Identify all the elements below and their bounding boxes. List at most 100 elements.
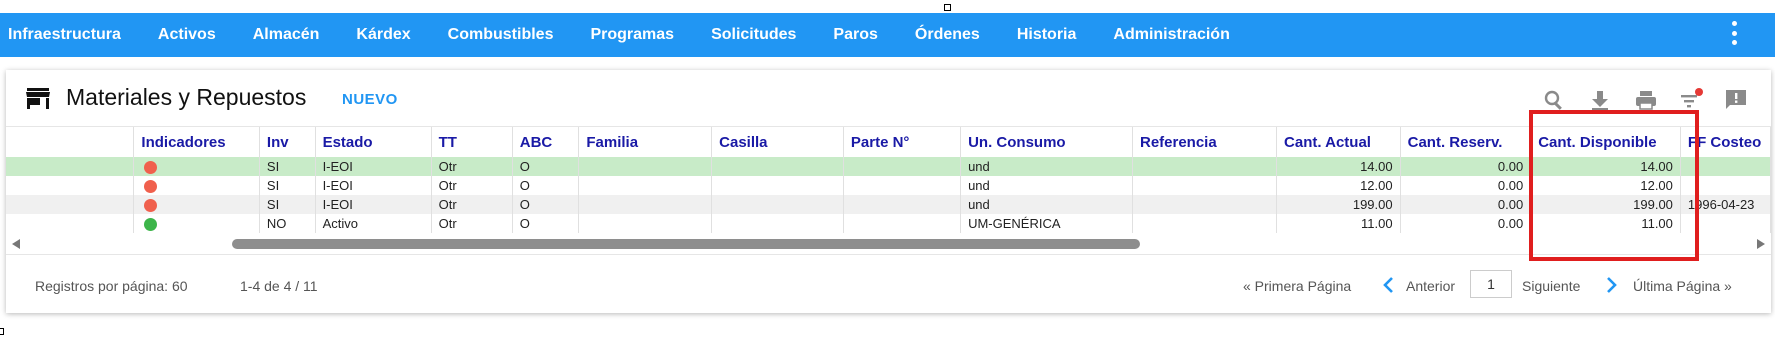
row-blank-cell bbox=[6, 214, 135, 233]
ff-costeo-cell bbox=[1680, 214, 1771, 233]
status-dot-icon bbox=[144, 161, 158, 175]
next-page-link[interactable]: Siguiente bbox=[1522, 278, 1580, 294]
tt-cell: Otr bbox=[431, 157, 513, 176]
table-row[interactable]: SI I-EOI Otr O und 199.00 0.00 199.00 19… bbox=[6, 195, 1771, 214]
indicator-cell bbox=[133, 176, 260, 195]
un-consumo-cell: UM-GENÉRICA bbox=[960, 214, 1133, 233]
parte-cell bbox=[843, 214, 962, 233]
more-vert-icon[interactable] bbox=[1729, 21, 1739, 45]
casilla-cell bbox=[711, 214, 844, 233]
cant-reserv-cell: 0.00 bbox=[1400, 214, 1532, 233]
col-header-blank[interactable] bbox=[6, 127, 135, 157]
first-page-link[interactable]: « Primera Página bbox=[1243, 278, 1351, 294]
pagination-footer: Registros por página: 60 1-4 de 4 / 11 «… bbox=[6, 254, 1771, 313]
horizontal-scrollbar[interactable] bbox=[6, 236, 1771, 252]
top-nav-bar: Infraestructura Activos Almacén Kárdex C… bbox=[0, 13, 1775, 57]
referencia-cell bbox=[1132, 195, 1278, 214]
ff-costeo-cell bbox=[1680, 157, 1771, 176]
cant-reserv-cell: 0.00 bbox=[1400, 176, 1532, 195]
col-header-casilla[interactable]: Casilla bbox=[711, 127, 844, 157]
cant-disponible-cell: 12.00 bbox=[1530, 176, 1681, 195]
nav-item-solicitudes[interactable]: Solicitudes bbox=[711, 26, 812, 44]
resize-handle-top[interactable] bbox=[944, 4, 951, 11]
referencia-cell bbox=[1132, 214, 1278, 233]
referencia-cell bbox=[1132, 157, 1278, 176]
casilla-cell bbox=[711, 195, 844, 214]
col-header-un-consumo[interactable]: Un. Consumo bbox=[960, 127, 1133, 157]
new-button[interactable]: NUEVO bbox=[342, 91, 398, 108]
col-header-parte[interactable]: Parte N° bbox=[843, 127, 962, 157]
cant-actual-cell: 11.00 bbox=[1276, 214, 1401, 233]
inv-cell: SI bbox=[259, 157, 316, 176]
download-icon[interactable] bbox=[1588, 88, 1612, 112]
materials-table: Indicadores Inv Estado TT ABC Familia Ca… bbox=[6, 127, 1771, 233]
col-header-estado[interactable]: Estado bbox=[315, 127, 432, 157]
casilla-cell bbox=[711, 176, 844, 195]
familia-cell bbox=[578, 157, 713, 176]
feedback-icon[interactable] bbox=[1724, 88, 1748, 112]
nav-item-administracion[interactable]: Administración bbox=[1113, 26, 1245, 44]
parte-cell bbox=[843, 176, 962, 195]
col-header-ff-costeo[interactable]: FF Costeo bbox=[1680, 127, 1771, 157]
previous-page-link[interactable]: Anterior bbox=[1406, 278, 1455, 294]
scroll-left-icon[interactable] bbox=[12, 239, 20, 249]
parte-cell bbox=[843, 157, 962, 176]
ff-costeo-cell: 1996-04-23 bbox=[1680, 195, 1771, 214]
row-blank-cell bbox=[6, 157, 135, 176]
nav-item-almacen[interactable]: Almacén bbox=[253, 26, 336, 44]
familia-cell bbox=[578, 176, 713, 195]
col-header-cant-disponible[interactable]: Cant. Disponible bbox=[1530, 127, 1681, 157]
col-header-referencia[interactable]: Referencia bbox=[1132, 127, 1278, 157]
scroll-right-icon[interactable] bbox=[1757, 239, 1765, 249]
inv-cell: SI bbox=[259, 176, 316, 195]
un-consumo-cell: und bbox=[960, 176, 1133, 195]
last-page-link[interactable]: Última Página » bbox=[1633, 278, 1732, 294]
cant-disponible-cell: 11.00 bbox=[1530, 214, 1681, 233]
chevron-left-icon[interactable] bbox=[1382, 276, 1394, 294]
search-icon[interactable] bbox=[1542, 88, 1566, 112]
cant-actual-cell: 14.00 bbox=[1276, 157, 1401, 176]
nav-item-activos[interactable]: Activos bbox=[158, 26, 232, 44]
cant-reserv-cell: 0.00 bbox=[1400, 157, 1532, 176]
cant-disponible-cell: 199.00 bbox=[1530, 195, 1681, 214]
table-row[interactable]: SI I-EOI Otr O und 12.00 0.00 12.00 bbox=[6, 176, 1771, 195]
nav-item-paros[interactable]: Paros bbox=[833, 26, 893, 44]
print-icon[interactable] bbox=[1634, 88, 1658, 112]
nav-item-combustibles[interactable]: Combustibles bbox=[448, 26, 570, 44]
indicator-cell bbox=[133, 157, 260, 176]
scrollbar-thumb[interactable] bbox=[232, 239, 1140, 249]
col-header-cant-actual[interactable]: Cant. Actual bbox=[1276, 127, 1401, 157]
inv-cell: NO bbox=[259, 214, 316, 233]
resize-handle-left[interactable] bbox=[0, 328, 4, 335]
tt-cell: Otr bbox=[431, 214, 513, 233]
estado-cell: I-EOI bbox=[315, 176, 432, 195]
familia-cell bbox=[578, 214, 713, 233]
store-icon bbox=[26, 88, 50, 109]
inv-cell: SI bbox=[259, 195, 316, 214]
table-row[interactable]: SI I-EOI Otr O und 14.00 0.00 14.00 bbox=[6, 157, 1771, 176]
col-header-abc[interactable]: ABC bbox=[512, 127, 580, 157]
col-header-tt[interactable]: TT bbox=[431, 127, 513, 157]
referencia-cell bbox=[1132, 176, 1278, 195]
col-header-inv[interactable]: Inv bbox=[259, 127, 316, 157]
nav-item-historia[interactable]: Historia bbox=[1017, 26, 1093, 44]
cant-actual-cell: 12.00 bbox=[1276, 176, 1401, 195]
col-header-cant-reserv[interactable]: Cant. Reserv. bbox=[1400, 127, 1532, 157]
nav-item-programas[interactable]: Programas bbox=[590, 26, 690, 44]
nav-item-ordenes[interactable]: Órdenes bbox=[915, 26, 996, 44]
page-number-input[interactable] bbox=[1470, 270, 1512, 298]
cant-actual-cell: 199.00 bbox=[1276, 195, 1401, 214]
cant-reserv-cell: 0.00 bbox=[1400, 195, 1532, 214]
tt-cell: Otr bbox=[431, 195, 513, 214]
nav-item-infraestructura[interactable]: Infraestructura bbox=[8, 26, 137, 44]
filter-icon[interactable] bbox=[1679, 88, 1703, 112]
table-row[interactable]: NO Activo Otr O UM-GENÉRICA 11.00 0.00 1… bbox=[6, 214, 1771, 233]
col-header-familia[interactable]: Familia bbox=[578, 127, 713, 157]
tt-cell: Otr bbox=[431, 176, 513, 195]
casilla-cell bbox=[711, 157, 844, 176]
familia-cell bbox=[578, 195, 713, 214]
col-header-indicadores[interactable]: Indicadores bbox=[133, 127, 260, 157]
nav-item-kardex[interactable]: Kárdex bbox=[356, 26, 426, 44]
records-per-page[interactable]: Registros por página: 60 bbox=[35, 278, 188, 294]
chevron-right-icon[interactable] bbox=[1606, 276, 1618, 294]
